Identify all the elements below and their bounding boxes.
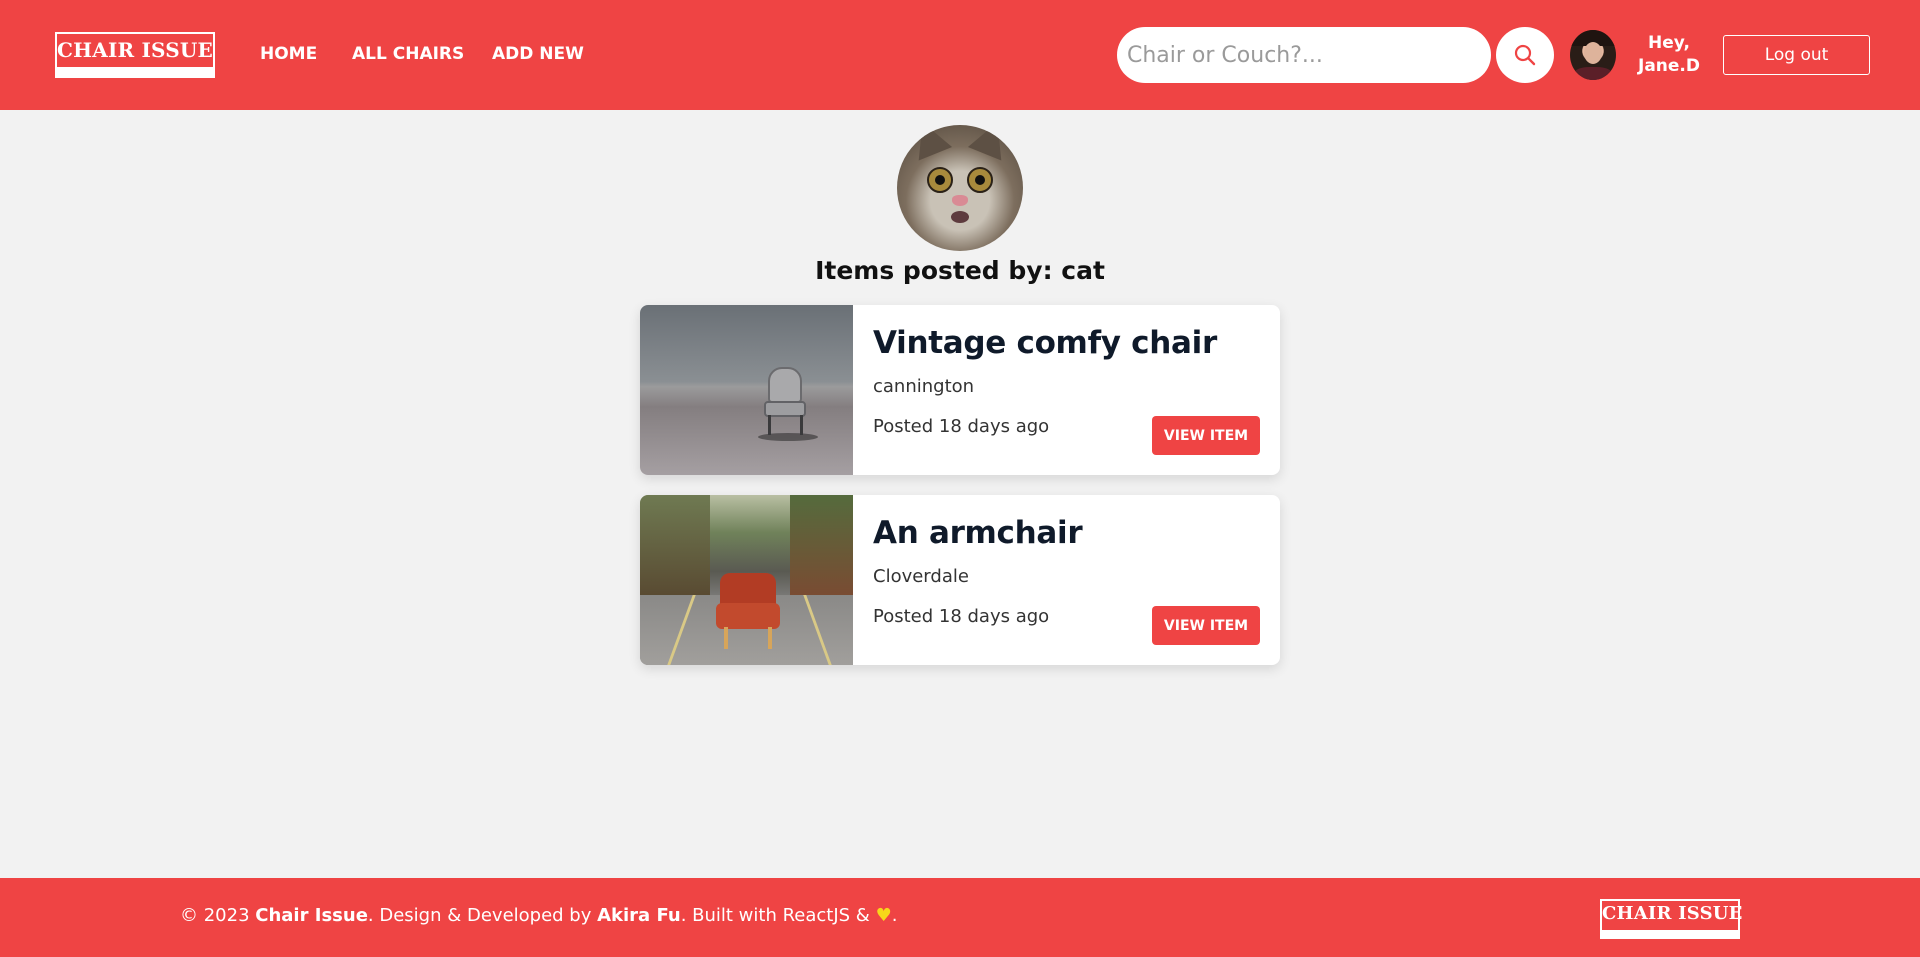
view-item-button[interactable]: VIEW ITEM: [1152, 606, 1260, 645]
logo-underline: [57, 67, 213, 76]
logo-text: CHAIR ISSUE: [57, 38, 213, 62]
item-location: cannington: [873, 376, 975, 397]
footer-end: .: [891, 905, 898, 926]
footer-author: Akira Fu: [597, 905, 681, 926]
footer-logo-underline: [1602, 930, 1738, 937]
view-item-button[interactable]: VIEW ITEM: [1152, 416, 1260, 455]
item-posted-date: Posted 18 days ago: [873, 416, 1050, 437]
footer-logo[interactable]: CHAIR ISSUE: [1600, 899, 1743, 939]
item-title: Vintage comfy chair: [873, 325, 1217, 361]
user-avatar[interactable]: [1570, 30, 1616, 80]
greeting-line-1: Hey,: [1648, 33, 1690, 53]
item-image[interactable]: [640, 495, 853, 665]
item-posted-date: Posted 18 days ago: [873, 606, 1050, 627]
page-title: Items posted by: cat: [815, 256, 1105, 285]
item-location: Cloverdale: [873, 566, 969, 587]
footer-brand: Chair Issue: [255, 905, 368, 926]
search-input[interactable]: [1117, 27, 1491, 83]
item-card: An armchair Cloverdale Posted 18 days ag…: [640, 495, 1280, 665]
item-card: Vintage comfy chair cannington Posted 18…: [640, 305, 1280, 475]
greeting-username: Jane.D: [1638, 56, 1700, 76]
footer-copyright: © 2023: [180, 905, 256, 926]
footer-logo-text: CHAIR ISSUE: [1602, 903, 1743, 924]
footer-design-text: . Design & Developed by: [367, 905, 598, 926]
item-title: An armchair: [873, 515, 1083, 551]
heart-icon: ♥: [875, 905, 892, 926]
logout-button[interactable]: Log out: [1723, 35, 1870, 75]
nav-all-chairs[interactable]: ALL CHAIRS: [352, 44, 464, 64]
item-image[interactable]: [640, 305, 853, 475]
footer-credits: © 2023 Chair Issue. Design & Developed b…: [180, 905, 897, 926]
profile-avatar: [897, 125, 1023, 251]
user-greeting: Hey, Jane.D: [1626, 32, 1712, 78]
search-button[interactable]: [1496, 27, 1554, 83]
nav-home[interactable]: HOME: [260, 44, 317, 64]
search-icon: [1514, 44, 1536, 66]
footer: © 2023 Chair Issue. Design & Developed b…: [0, 878, 1920, 957]
header: CHAIR ISSUE HOME ALL CHAIRS ADD NEW Hey,…: [0, 0, 1920, 110]
footer-built-text: . Built with ReactJS &: [680, 905, 876, 926]
nav-add-new[interactable]: ADD NEW: [492, 44, 584, 64]
logo[interactable]: CHAIR ISSUE: [55, 32, 215, 78]
